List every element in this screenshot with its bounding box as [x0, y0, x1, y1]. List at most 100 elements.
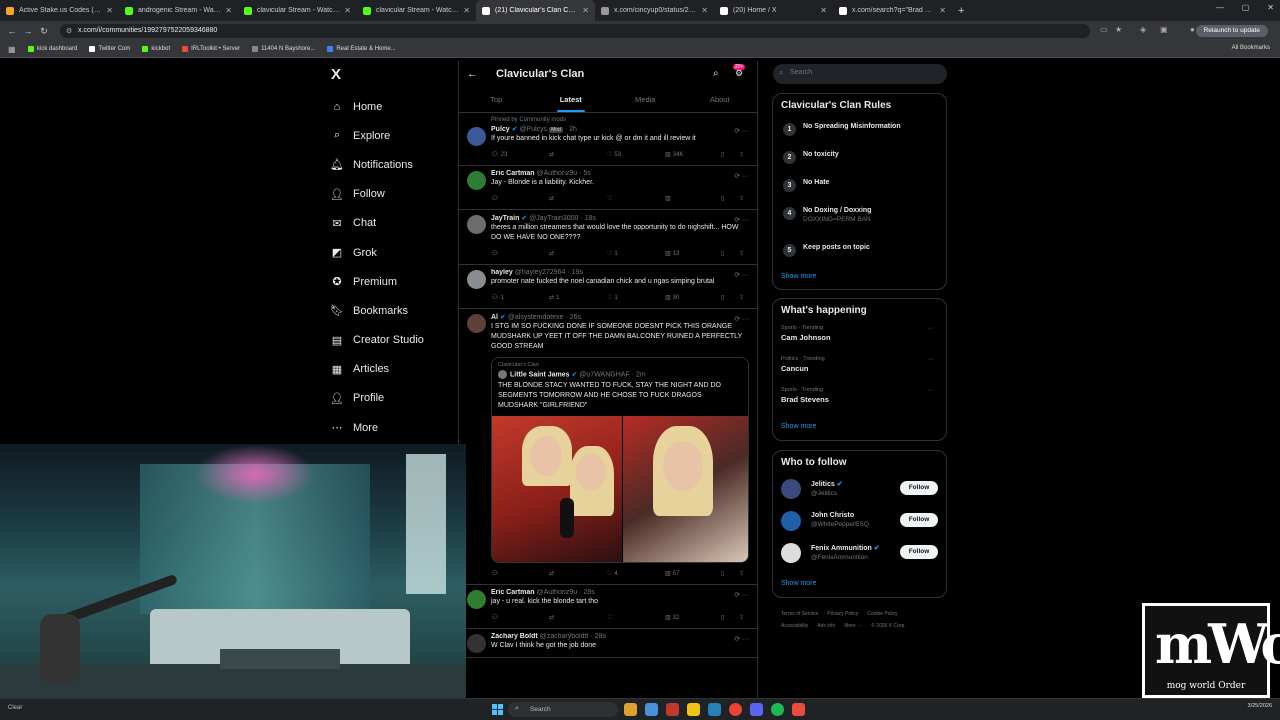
share-button[interactable]: ⇪ [739, 250, 744, 257]
like-button[interactable]: ♡ 1 [607, 294, 618, 301]
share-button[interactable]: ⇪ [739, 614, 744, 621]
reply-button[interactable]: 💬︎ [491, 614, 501, 621]
like-button[interactable]: ♡ [607, 614, 614, 621]
post-time[interactable]: 28s [595, 633, 606, 640]
author-handle[interactable]: @Pulcys [519, 126, 547, 133]
post-time[interactable]: 2h [569, 126, 577, 133]
more-options-icon[interactable]: ··· [927, 356, 934, 363]
post-time[interactable]: 19s [572, 269, 583, 276]
sidebar-item-home[interactable]: ⌂ Home [330, 92, 424, 121]
apps-grid-icon[interactable]: ▦ [8, 45, 16, 54]
views-button[interactable]: ▥ 13 [665, 250, 679, 257]
taskbar-app-icon[interactable] [666, 703, 679, 716]
trend-item[interactable]: Politics · Trending Cancun ··· [781, 356, 938, 387]
system-clock[interactable]: 3/25/2026 [1248, 702, 1272, 710]
taskbar-app-icon[interactable] [750, 703, 763, 716]
footer-link[interactable]: © 2026 X Corp. [871, 623, 906, 629]
repost-button[interactable]: ⇄ [549, 570, 556, 577]
tab-close-icon[interactable]: ✕ [701, 6, 708, 15]
search-icon[interactable]: ⌕ [713, 68, 719, 79]
footer-link[interactable]: Terms of Service [781, 611, 818, 617]
taskbar-app-icon[interactable] [687, 703, 700, 716]
reply-button[interactable]: 💬︎ [491, 250, 501, 257]
browser-tab[interactable]: (20) Home / X ✕ [714, 0, 833, 21]
browser-tab[interactable]: androgenic Stream - Watch Liv✕ [119, 0, 238, 21]
avatar[interactable] [467, 127, 486, 146]
browser-tab[interactable]: x.com/cincyup0/status/20366 ✕ [595, 0, 714, 21]
taskbar-app-icon[interactable] [624, 703, 637, 716]
views-button[interactable]: ▥ 32 [665, 614, 679, 621]
follow-button[interactable]: Follow [900, 513, 938, 527]
repost-button[interactable]: ⇄ [549, 195, 556, 202]
minimize-icon[interactable]: — [1216, 3, 1224, 12]
post-menu-icon[interactable]: ⟳ ··· [734, 271, 749, 279]
post-time[interactable]: 26s [570, 314, 581, 321]
views-button[interactable]: ▥ [665, 195, 673, 202]
sidebar-item-bookmarks[interactable]: 🔖︎ Bookmarks [330, 296, 424, 325]
author-name[interactable]: Al [491, 314, 498, 321]
footer-link[interactable]: Ads info [817, 623, 835, 629]
avatar[interactable] [467, 270, 486, 289]
sidebar-item-notifications[interactable]: 🔔︎ Notifications [330, 150, 424, 179]
like-button[interactable]: ♡ [607, 195, 614, 202]
sidebar-item-follow[interactable]: 👤︎ Follow [330, 180, 424, 209]
repost-button[interactable]: ⇄ [549, 250, 556, 257]
bookmark-button[interactable]: ▯ [721, 151, 724, 158]
author-handle[interactable]: @JayTrain3000 [529, 215, 578, 222]
weather-widget[interactable]: Clear [8, 705, 22, 711]
sidebar-item-premium[interactable]: ✪ Premium [330, 267, 424, 296]
search-input[interactable]: ⌕ Search [773, 64, 947, 84]
avatar[interactable] [467, 314, 486, 333]
views-button[interactable]: ▥ 30 [665, 294, 679, 301]
author-handle[interactable]: @hayley272964 [515, 269, 566, 276]
forward-icon[interactable]: → [20, 26, 36, 36]
tab-close-icon[interactable]: ✕ [463, 6, 470, 15]
post-menu-icon[interactable]: ⟳ ··· [734, 172, 749, 180]
reply-button[interactable]: 💬︎ 1 [491, 294, 504, 301]
sidebar-item-grok[interactable]: ◩ Grok [330, 238, 424, 267]
relaunch-button[interactable]: Relaunch to update [1195, 25, 1268, 37]
like-button[interactable]: ♡ 53 [607, 151, 621, 158]
post[interactable]: Al ✔ @alsystemdotexe · 26s ⟳ ··· I STG IM … [459, 309, 757, 585]
bookmark-button[interactable]: ▯ [721, 614, 724, 621]
browser-tab[interactable]: x.com/search?q="Brad Steven✕ [833, 0, 952, 21]
trend-item[interactable]: Sports · Trending Brad Stevens ··· [781, 387, 938, 418]
sidebar-item-profile[interactable]: 👤︎ Profile [330, 384, 424, 413]
post-menu-icon[interactable]: ⟳ ··· [734, 315, 749, 323]
author-handle[interactable]: @Authoriz9u [537, 170, 578, 177]
author-name[interactable]: Eric Cartman [491, 589, 535, 596]
bookmark-item[interactable]: Twitter Com [89, 46, 130, 52]
bookmark-item[interactable]: 11404 N Bayshore... [252, 46, 315, 52]
follow-suggestion[interactable]: Fenix Ammunition ✔ @FenixAmmunition Follow [781, 539, 938, 571]
sidebar-item-creator-studio[interactable]: ▤ Creator Studio [330, 326, 424, 355]
tab-close-icon[interactable]: ✕ [344, 6, 351, 15]
author-name[interactable]: Pulcy [491, 126, 510, 133]
profile-avatar-icon[interactable]: ● [1190, 25, 1195, 34]
reply-button[interactable]: 💬︎ [491, 570, 501, 577]
tab-about[interactable]: About [683, 87, 758, 112]
bookmark-button[interactable]: ▯ [721, 195, 724, 202]
post[interactable]: Eric Cartman @Authoriz9u · 5s ⟳ ··· Jay - … [459, 166, 757, 210]
footer-link[interactable]: Accessibility [781, 623, 808, 629]
post[interactable]: Zachary Boldt @zacharyboldtt · 28s ⟳ ··· W… [459, 629, 757, 658]
rules-show-more-link[interactable]: Show more [781, 273, 816, 280]
follow-suggestion[interactable]: Jelitics ✔ @Jelitics Follow [781, 475, 938, 507]
post-menu-icon[interactable]: ⟳ ··· [734, 635, 749, 643]
tab-top[interactable]: Top [459, 87, 534, 112]
reload-icon[interactable]: ↻ [36, 26, 52, 37]
post[interactable]: Pinned by Community mods Pulcy ✔ @Pulcys … [459, 113, 757, 166]
browser-tab[interactable]: (21) Clavicular's Clan Commun✕ [476, 0, 595, 21]
post-menu-icon[interactable]: ⟳ ··· [734, 591, 749, 599]
follow-show-more-link[interactable]: Show more [781, 580, 816, 587]
author-name[interactable]: JayTrain [491, 215, 519, 222]
bookmark-button[interactable]: ▯ [721, 250, 724, 257]
site-info-icon[interactable]: ⚙ [66, 27, 72, 35]
x-logo[interactable]: X [331, 66, 341, 83]
more-options-icon[interactable]: ··· [927, 387, 934, 394]
all-bookmarks-button[interactable]: All Bookmarks [1232, 45, 1270, 51]
bookmark-item[interactable]: IRLToolkit • Server [182, 46, 240, 52]
back-icon[interactable]: ← [4, 26, 20, 36]
post[interactable]: Eric Cartman @Authoriz9u · 28s ⟳ ··· jay -… [459, 585, 757, 629]
footer-link[interactable]: Cookie Policy [867, 611, 897, 617]
extension-icon[interactable]: ◈ [1140, 25, 1146, 34]
